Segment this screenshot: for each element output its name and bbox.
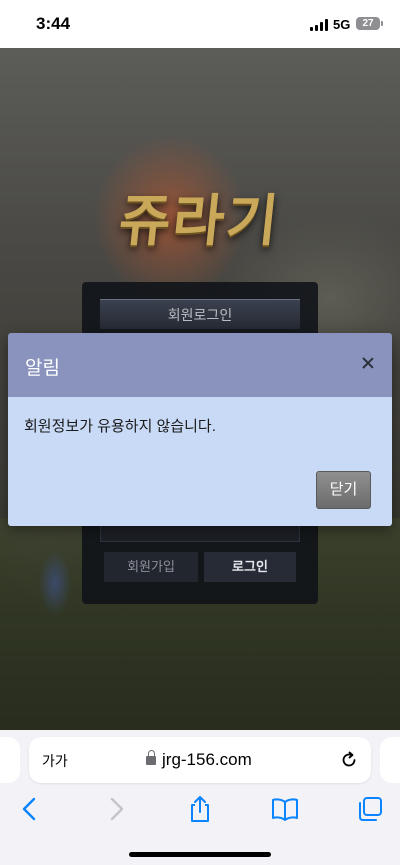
dialog-close-button[interactable]: 닫기: [316, 471, 371, 509]
next-tab-preview[interactable]: [380, 737, 400, 783]
previous-tab-preview[interactable]: [0, 737, 20, 783]
home-indicator: [129, 852, 271, 857]
dialog-message: 회원정보가 유용하지 않습니다.: [24, 418, 216, 435]
reload-icon[interactable]: [340, 751, 358, 769]
cellular-signal-icon: [310, 19, 328, 31]
dialog-header: 알림: [8, 333, 392, 397]
address-bar[interactable]: 가가 jrg-156.com: [29, 737, 371, 783]
tabs-icon[interactable]: [355, 794, 385, 824]
background-figure: [30, 533, 80, 633]
dialog-title: 알림: [25, 358, 60, 379]
text-size-button[interactable]: 가가: [42, 751, 68, 771]
close-icon[interactable]: [358, 353, 378, 373]
status-bar: 3:44 5G 27: [0, 0, 400, 48]
battery-level: 27: [362, 18, 374, 29]
network-type-label: 5G: [333, 17, 351, 32]
status-time: 3:44: [36, 14, 71, 33]
lock-icon: [146, 750, 156, 765]
login-button[interactable]: 로그인: [204, 552, 296, 582]
battery-icon: 27: [356, 17, 383, 30]
forward-icon[interactable]: [101, 794, 131, 824]
browser-toolbar: 가가 jrg-156.com: [0, 730, 400, 865]
login-panel-title: 회원로그인: [100, 299, 300, 329]
bookmarks-icon[interactable]: [270, 794, 300, 824]
url-text[interactable]: jrg-156.com: [162, 750, 252, 770]
signup-button[interactable]: 회원가입: [104, 552, 198, 582]
dialog-body: 회원정보가 유용하지 않습니다. 닫기: [8, 397, 392, 526]
share-icon[interactable]: [185, 794, 215, 824]
site-logo: 쥬라기: [115, 189, 284, 254]
alert-dialog: 알림 회원정보가 유용하지 않습니다. 닫기: [8, 333, 392, 526]
back-icon[interactable]: [15, 794, 45, 824]
